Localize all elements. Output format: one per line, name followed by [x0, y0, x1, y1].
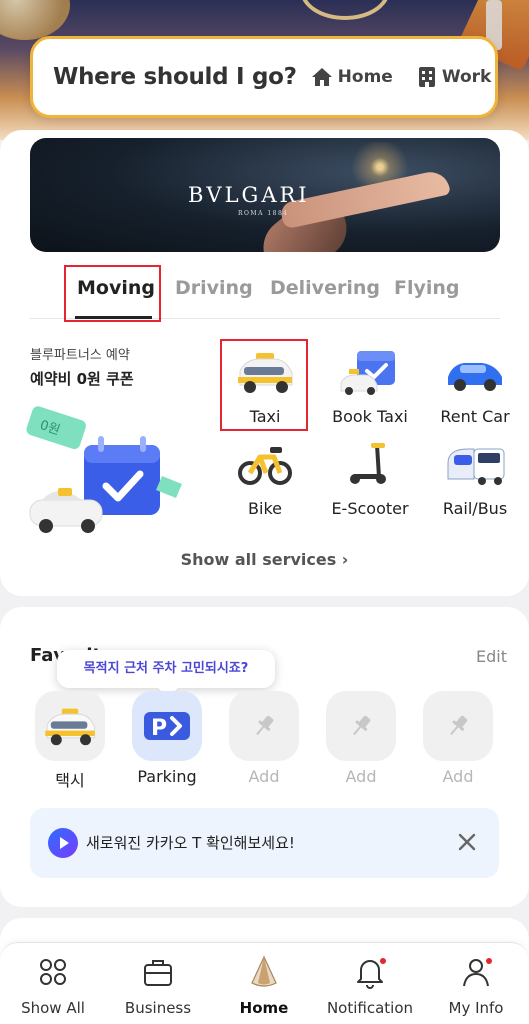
home-shortcut[interactable]: Home [311, 67, 393, 87]
favorite-taxi-tile [35, 691, 105, 761]
favorite-add-slot-2[interactable]: Add [324, 691, 398, 786]
svg-text:P: P [151, 716, 167, 741]
grid-circles-icon [40, 959, 66, 985]
favorite-add-slot-1[interactable]: Add [227, 691, 301, 786]
service-book-taxi[interactable]: Book Taxi [322, 349, 418, 426]
favorites-card: Favorites Edit 목적지 근처 주차 고민되시죠? 택시 P Par… [0, 607, 529, 907]
favorite-add-tile [229, 691, 299, 761]
service-rail-bus[interactable]: Rail/Bus [427, 441, 523, 518]
service-e-scooter[interactable]: E-Scooter [322, 441, 418, 518]
work-shortcut-label: Work [441, 67, 492, 87]
bottom-navigation: Show All Business Home Notification My I… [0, 942, 529, 1024]
search-prompt[interactable]: Where should I go? [53, 64, 297, 90]
tab-moving[interactable]: Moving [77, 277, 155, 299]
e-scooter-icon [350, 443, 386, 484]
favorite-add-tile [423, 691, 493, 761]
work-shortcut[interactable]: Work [417, 66, 492, 88]
nav-business-label: Business [124, 999, 192, 1017]
search-card[interactable]: Where should I go? Home Work [30, 36, 498, 118]
promo-line-2: 예약비 0원 쿠폰 [30, 370, 134, 388]
tab-flying[interactable]: Flying [394, 277, 460, 299]
hero-decoration-left [0, 0, 70, 40]
favorite-add-tile [326, 691, 396, 761]
my-info-badge-dot [486, 958, 492, 964]
service-bike-label: Bike [248, 499, 282, 518]
home-shortcut-label: Home [337, 67, 393, 87]
service-tabs: Moving Driving Delivering Flying [30, 265, 500, 322]
nav-notification-label: Notification [326, 999, 414, 1017]
parking-tooltip: 목적지 근처 주차 고민되시죠? [57, 650, 275, 688]
service-rent-car-label: Rent Car [440, 407, 510, 426]
briefcase-icon [144, 960, 172, 986]
favorite-parking-tile: P [132, 691, 202, 761]
favorites-edit-button[interactable]: Edit [476, 647, 507, 666]
kakao-t-notice[interactable]: 새로워진 카카오 T 확인해보세요! [30, 808, 499, 878]
tab-driving[interactable]: Driving [175, 277, 253, 299]
notice-text: 새로워진 카카오 T 확인해보세요! [86, 834, 295, 852]
favorite-parking-label: Parking [137, 767, 197, 786]
nav-notification[interactable]: Notification [317, 955, 423, 1017]
pin-icon [353, 715, 371, 736]
favorite-add-label: Add [248, 767, 280, 786]
service-e-scooter-label: E-Scooter [331, 499, 409, 518]
nav-show-all[interactable]: Show All [0, 955, 106, 1017]
building-icon [418, 67, 435, 87]
service-taxi-label: Taxi [249, 407, 281, 426]
home-cone-icon [251, 955, 277, 987]
rail-bus-icon [447, 448, 505, 485]
show-all-services-link[interactable]: Show all services › [0, 550, 529, 569]
taxi-icon [45, 708, 96, 746]
hero-decoration-center [300, 0, 390, 20]
favorite-taxi-label: 택시 [55, 771, 85, 790]
nav-my-info[interactable]: My Info [423, 955, 529, 1017]
service-taxi[interactable]: Taxi [217, 349, 313, 426]
nav-business[interactable]: Business [105, 955, 211, 1017]
service-bike[interactable]: Bike [217, 441, 313, 518]
service-rent-car[interactable]: Rent Car [427, 349, 523, 426]
notification-badge-dot [380, 958, 386, 964]
favorite-add-label: Add [442, 767, 474, 786]
taxi-icon [238, 353, 293, 393]
favorite-parking[interactable]: P Parking [130, 691, 204, 786]
nav-show-all-label: Show All [21, 999, 85, 1017]
parking-icon: P [144, 712, 190, 741]
close-icon[interactable] [455, 830, 479, 854]
promo-line-1: 블루파트너스 예약 [30, 348, 130, 363]
favorite-taxi[interactable]: 택시 [33, 691, 107, 791]
service-rail-bus-label: Rail/Bus [442, 499, 508, 518]
favorite-add-slot-3[interactable]: Add [421, 691, 495, 786]
rent-car-icon [448, 363, 502, 391]
nav-home[interactable]: Home [211, 955, 317, 1017]
pin-icon [450, 715, 468, 736]
promo-calendar-illustration[interactable]: 0원 [22, 400, 202, 540]
favorite-add-label: Add [345, 767, 377, 786]
promo-banner[interactable]: BVLGARI ROMA 1884 [30, 138, 500, 252]
services-card: BVLGARI ROMA 1884 Moving Driving Deliver… [0, 130, 529, 596]
book-taxi-icon [340, 351, 395, 395]
banner-brand-sub: ROMA 1884 [238, 210, 289, 217]
banner-brand-logo: BVLGARI [188, 183, 310, 207]
tab-delivering[interactable]: Delivering [270, 277, 380, 299]
home-icon [311, 68, 332, 86]
pin-icon [256, 715, 274, 736]
nav-my-info-label: My Info [448, 999, 504, 1017]
bike-icon [238, 447, 292, 485]
play-logo-icon [48, 828, 78, 858]
tab-active-underline [75, 316, 152, 319]
service-book-taxi-label: Book Taxi [332, 407, 408, 426]
nav-home-label: Home [239, 999, 289, 1017]
